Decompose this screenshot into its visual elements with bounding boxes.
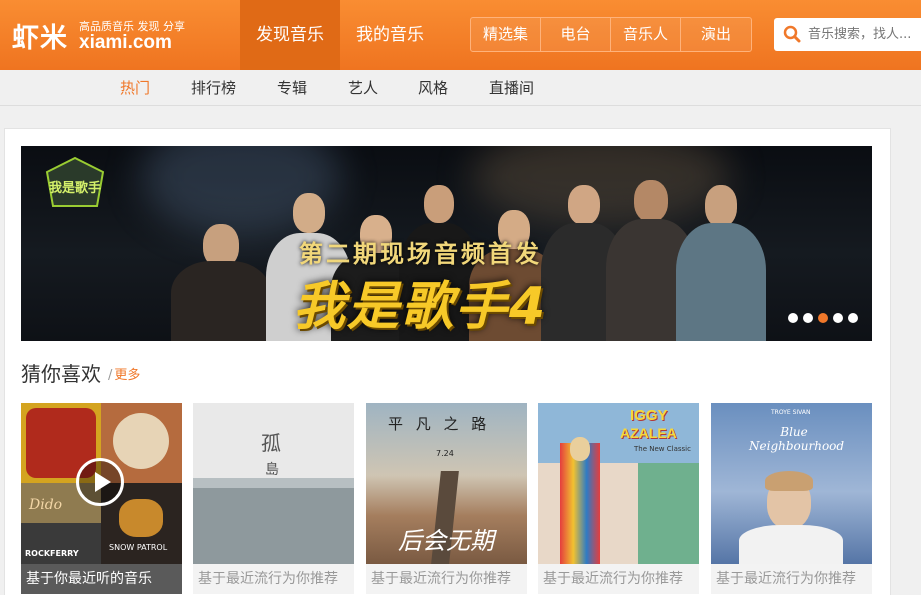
recommend-card[interactable]: 孤 島 基于最近流行为你推荐 <box>193 403 354 595</box>
recommend-card[interactable]: IGGY AZALEA The New Classic 基于最近流行为你推荐 <box>538 403 699 595</box>
carousel-dot-active[interactable] <box>818 313 828 323</box>
cover-text: IGGY <box>630 407 668 424</box>
card-caption: 基于最近流行为你推荐 <box>538 564 699 594</box>
carousel-dot[interactable] <box>788 313 798 323</box>
category-nav: 热门 排行榜 专辑 艺人 风格 直播间 <box>0 70 921 106</box>
cover-text: Dido <box>29 497 63 513</box>
tab-charts[interactable]: 排行榜 <box>191 70 236 106</box>
singer-figure <box>171 216 271 341</box>
recommend-card[interactable]: TROYE SIVAN Blue Neighbourhood 基于最近流行为你推… <box>711 403 872 595</box>
tab-hot[interactable]: 热门 <box>120 70 150 106</box>
cover-text: Blue Neighbourhood <box>749 425 845 453</box>
album-cover: TROYE SIVAN Blue Neighbourhood <box>711 403 872 564</box>
carousel-dots <box>788 313 858 323</box>
section-title: 猜你喜欢 <box>21 362 101 386</box>
card-caption: 基于最近流行为你推荐 <box>711 564 872 594</box>
nav-discover-music[interactable]: 发现音乐 <box>240 0 340 70</box>
carousel-dot[interactable] <box>833 313 843 323</box>
carousel-dot[interactable] <box>803 313 813 323</box>
cover-text: 7.24 <box>436 449 454 458</box>
play-icon[interactable] <box>76 458 124 506</box>
album-cover: 孤 島 <box>193 403 354 564</box>
search-box <box>774 18 921 51</box>
badge-text: 我是歌手 <box>49 180 101 196</box>
cover-text: SNOW PATROL <box>109 543 168 552</box>
cover-text: 島 <box>265 462 279 478</box>
nav-shows[interactable]: 演出 <box>681 18 751 51</box>
card-caption: 基于最近流行为你推荐 <box>366 564 527 594</box>
search-icon[interactable] <box>783 25 801 43</box>
nav-radio[interactable]: 电台 <box>541 18 611 51</box>
cover-text: AZALEA <box>620 425 677 441</box>
cover-text: The New Classic <box>634 445 691 453</box>
cover-text: 孤 <box>261 431 281 455</box>
nav-collections[interactable]: 精选集 <box>471 18 541 51</box>
top-header: 虾米 高品质音乐 发现 分享 xiami.com 发现音乐 我的音乐 精选集 电… <box>0 0 921 70</box>
card-caption: 基于你最近听的音乐 <box>21 564 182 594</box>
tab-artists[interactable]: 艺人 <box>348 70 378 106</box>
card-caption: 基于最近流行为你推荐 <box>193 564 354 594</box>
search-input[interactable] <box>808 18 921 51</box>
tab-genres[interactable]: 风格 <box>418 70 448 106</box>
promo-banner[interactable]: 我是歌手 第二期现场音频首发 我是歌手4 <box>21 146 872 341</box>
singer-figure <box>676 181 766 341</box>
tab-live-room[interactable]: 直播间 <box>489 70 534 106</box>
logo-text: 虾米 <box>12 23 68 54</box>
album-cover: IGGY AZALEA The New Classic <box>538 403 699 564</box>
cover-text: 平 凡 之 路 <box>388 415 491 433</box>
separator: / <box>108 368 113 383</box>
logo-domain: xiami.com <box>79 32 172 53</box>
banner-title: 我是歌手4 <box>293 277 548 337</box>
more-link[interactable]: / 更多 <box>108 364 140 383</box>
cover-text: TROYE SIVAN <box>771 409 811 416</box>
main-nav: 发现音乐 我的音乐 <box>240 0 440 70</box>
cover-text: ROCKFERRY <box>25 549 79 558</box>
tab-albums[interactable]: 专辑 <box>277 70 307 106</box>
nav-musicians[interactable]: 音乐人 <box>611 18 681 51</box>
recommend-card[interactable]: Dido SNOW PATROL ROCKFERRY 基于你最近听的音乐 <box>21 403 182 595</box>
show-logo-icon: 我是歌手 <box>45 156 105 207</box>
recommend-card[interactable]: 平 凡 之 路 7.24 后会无期 基于最近流行为你推荐 <box>366 403 527 595</box>
album-cover: 平 凡 之 路 7.24 后会无期 <box>366 403 527 564</box>
secondary-nav: 精选集 电台 音乐人 演出 <box>470 17 752 52</box>
cover-text: 后会无期 <box>398 527 494 555</box>
carousel-dot[interactable] <box>848 313 858 323</box>
xiami-logo[interactable]: 虾米 高品质音乐 发现 分享 xiami.com <box>12 14 192 58</box>
nav-my-music[interactable]: 我的音乐 <box>340 0 440 70</box>
more-link-label: 更多 <box>114 368 141 383</box>
